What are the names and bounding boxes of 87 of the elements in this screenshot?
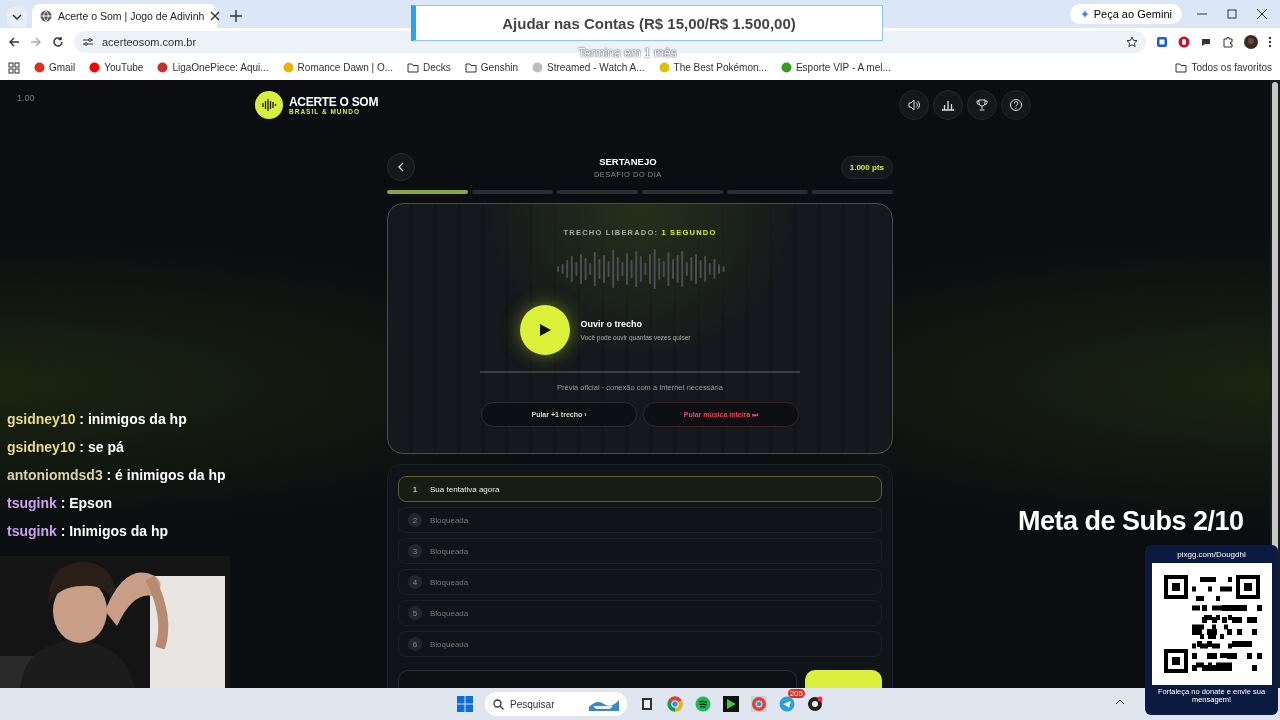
sound-button[interactable] (899, 90, 929, 120)
attempt-label: Bloqueada (430, 639, 469, 649)
chat-message: gsidney10 : inimigos da hp (7, 411, 188, 429)
reload-icon[interactable] (52, 35, 64, 48)
tray-expand-icon[interactable] (1115, 698, 1125, 706)
site-favicon-icon (532, 62, 544, 73)
play-button[interactable] (519, 305, 570, 355)
chat-message: gsidney10 : se pá (7, 439, 125, 457)
bookmark[interactable]: Genshin (464, 62, 519, 73)
attempt-label: Bloqueada (430, 608, 469, 618)
attempt-number: 2 (408, 513, 422, 527)
sound-icon (907, 98, 921, 112)
trophy-button[interactable] (967, 90, 997, 120)
bookmark[interactable]: Esporte VIP - A mel... (780, 62, 891, 73)
points-badge: 1.000 pts (840, 155, 893, 179)
pix-url: pixgg.com/Dougdhl (1177, 550, 1246, 559)
folder-icon (464, 62, 477, 73)
attempt-number: 4 (408, 575, 422, 589)
attempt-label: Bloqueada (430, 546, 469, 556)
bar-chart-button[interactable] (933, 90, 963, 120)
app-icon[interactable] (807, 696, 823, 712)
site-favicon-icon (157, 62, 169, 73)
search-icon (493, 698, 504, 710)
attempt-number: 3 (408, 544, 422, 558)
bookmark[interactable]: Romance Dawn | O... (282, 62, 394, 73)
back-button[interactable] (387, 153, 415, 181)
bookmark[interactable]: The Best Pokémon... (658, 62, 767, 73)
site-favicon-icon (89, 62, 101, 73)
bookmark[interactable]: Streamed - Watch A... (532, 62, 645, 73)
windows-start-icon[interactable] (457, 696, 473, 712)
sub-goal-label: Meta de Subs 2/10 (1018, 506, 1244, 537)
bookmark-star-icon[interactable] (1126, 35, 1138, 48)
back-icon[interactable] (8, 35, 20, 48)
help-button[interactable] (1001, 90, 1031, 120)
site-settings-icon[interactable] (82, 36, 94, 47)
folder-icon (407, 62, 420, 73)
extensions-icon[interactable] (1222, 35, 1234, 48)
donation-goal-banner: Ajudar nas Contas (R$ 15,00/R$ 1.500,00) (411, 5, 883, 41)
browser-icon[interactable] (751, 696, 767, 712)
chat-message: tsugink : Epson (7, 495, 113, 513)
browser-icon[interactable] (667, 696, 683, 712)
extension-icon[interactable] (1156, 35, 1168, 48)
attempt-number: 5 (408, 606, 422, 620)
attempt-label: Sua tentativa agora (430, 484, 500, 494)
tab-list-icon[interactable] (6, 6, 28, 28)
notification-badge: 205 (787, 689, 805, 698)
genre-title: SERTANEJO (599, 155, 657, 167)
bookmark[interactable]: LigaOnePiece: Aqui... (157, 62, 269, 73)
trophy-icon (975, 98, 989, 112)
site-favicon-icon (282, 62, 294, 73)
gemini-button[interactable]: Peça ao Gemini (1069, 4, 1182, 24)
bookmark[interactable]: Decks (407, 62, 451, 73)
new-tab-icon[interactable] (229, 9, 243, 23)
taskbar-search-field[interactable]: Pesquisar (485, 692, 627, 716)
profile-avatar-icon[interactable] (1244, 34, 1258, 49)
extension-icon[interactable] (1178, 35, 1190, 48)
bar-chart-icon (941, 98, 955, 112)
attempt-label: Bloqueada (430, 515, 469, 525)
bookmark[interactable]: Gmail (34, 62, 76, 73)
close-icon[interactable] (210, 11, 221, 21)
logo-title: ACERTE O SOM (289, 95, 379, 108)
bookmark-folder[interactable]: Todos os favoritos (1175, 62, 1272, 73)
music-app-icon[interactable] (695, 696, 711, 712)
media-app-icon[interactable] (723, 696, 739, 712)
site-favicon-icon (658, 62, 670, 73)
site-favicon-icon (34, 62, 45, 73)
folder-icon (1175, 62, 1188, 73)
chat-message: tsugink : Inimigos da hp (7, 523, 169, 541)
chat-message: antoniomdsd3 : é inimigos da hp (7, 467, 226, 485)
more-menu-icon[interactable] (1268, 35, 1272, 48)
logo-waveform-icon[interactable] (255, 91, 283, 119)
globe-icon (40, 10, 52, 22)
zoom-level-label: 1.00 (17, 93, 35, 103)
help-icon (1009, 98, 1023, 112)
attempt-number: 6 (408, 637, 422, 651)
play-icon (538, 323, 551, 337)
attempt-number: 1 (408, 482, 422, 496)
site-favicon-icon (780, 62, 792, 73)
sparkle-icon (1079, 9, 1090, 19)
play-title: Ouvir o trecho (580, 319, 644, 329)
apps-icon[interactable] (8, 61, 20, 74)
messenger-icon[interactable] (779, 696, 795, 712)
browser-tab[interactable]: Acerte o Som | Jogo de Adivinh (32, 4, 217, 28)
bookmark[interactable]: YouTube (89, 62, 144, 73)
attempt-label: Bloqueada (430, 577, 469, 587)
chevron-left-icon (397, 162, 405, 172)
task-view-icon[interactable] (639, 696, 655, 712)
